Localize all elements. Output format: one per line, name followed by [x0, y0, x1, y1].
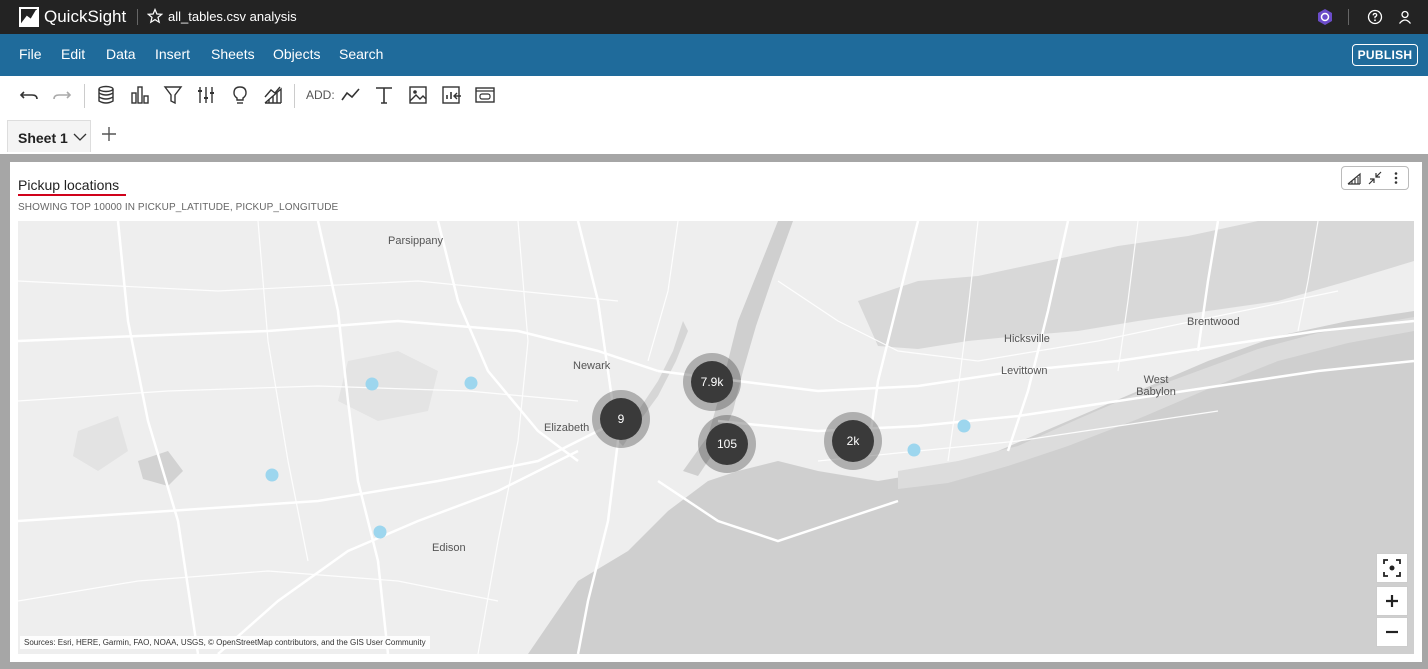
filter-icon[interactable]	[162, 84, 184, 106]
zoom-out-icon	[1386, 630, 1398, 634]
help-icon[interactable]	[1367, 9, 1383, 25]
parameters-icon[interactable]	[195, 84, 217, 106]
menu-search[interactable]: Search	[339, 46, 383, 62]
add-insight-icon[interactable]	[441, 84, 463, 106]
map-point[interactable]	[464, 376, 478, 390]
menu-edit[interactable]: Edit	[61, 46, 85, 62]
visualize-icon[interactable]	[129, 84, 151, 106]
menu-data[interactable]: Data	[106, 46, 136, 62]
recenter-button[interactable]	[1376, 553, 1408, 583]
user-icon[interactable]	[1397, 9, 1413, 25]
divider	[137, 9, 138, 25]
toolbar: ADD:	[0, 76, 1428, 115]
app-name: QuickSight	[44, 7, 127, 26]
format-visual-icon[interactable]	[1347, 171, 1361, 185]
menu-bar: File Edit Data Insert Sheets Objects Sea…	[0, 34, 1428, 76]
add-embed-icon[interactable]	[474, 84, 496, 106]
more-options-icon[interactable]	[1389, 171, 1403, 185]
cluster-count: 2k	[846, 434, 860, 448]
map-point[interactable]	[907, 443, 921, 457]
add-image-icon[interactable]	[407, 84, 429, 106]
chevron-down-icon[interactable]	[73, 131, 87, 143]
menu-insert[interactable]: Insert	[155, 46, 190, 62]
add-text-icon[interactable]	[373, 84, 395, 106]
map[interactable]: Parsippany Newark Elizabeth Edison Hicks…	[18, 221, 1414, 654]
add-label: ADD:	[306, 88, 335, 102]
cluster-count: 7.9k	[700, 375, 724, 389]
analysis-title[interactable]: all_tables.csv analysis	[168, 9, 297, 24]
add-chart-icon[interactable]	[340, 84, 362, 106]
zoom-in-icon	[1386, 595, 1398, 607]
sheet-tab-bar: Sheet 1	[0, 114, 1428, 154]
redo-icon[interactable]	[51, 84, 73, 106]
dataset-icon[interactable]	[95, 84, 117, 106]
menu-sheets[interactable]: Sheets	[211, 46, 255, 62]
cluster-count: 105	[716, 437, 738, 451]
amazon-q-icon[interactable]	[1316, 8, 1334, 26]
title-underline	[18, 194, 126, 196]
tab-sheet-1[interactable]: Sheet 1	[7, 120, 91, 152]
map-point[interactable]	[265, 468, 279, 482]
zoom-out-button[interactable]	[1376, 617, 1408, 647]
visual-title[interactable]: Pickup locations	[18, 177, 119, 193]
quicksight-logo-icon[interactable]	[19, 7, 39, 27]
map-point[interactable]	[373, 525, 387, 539]
menu-objects[interactable]: Objects	[273, 46, 320, 62]
ml-insights-icon[interactable]	[262, 84, 284, 106]
cluster-count: 9	[617, 412, 625, 426]
collapse-icon[interactable]	[1368, 171, 1382, 185]
star-icon[interactable]	[147, 8, 163, 24]
divider	[294, 84, 295, 108]
zoom-in-button[interactable]	[1376, 586, 1408, 616]
divider	[84, 84, 85, 108]
undo-icon[interactable]	[18, 84, 40, 106]
menu-file[interactable]: File	[19, 46, 42, 62]
tab-label: Sheet 1	[18, 130, 68, 146]
plus-icon[interactable]	[101, 126, 117, 142]
insights-icon[interactable]	[229, 84, 251, 106]
map-point[interactable]	[365, 377, 379, 391]
visual-menu	[1341, 166, 1409, 190]
divider	[1348, 9, 1349, 25]
visual-subtitle: SHOWING TOP 10000 IN PICKUP_LATITUDE, PI…	[18, 202, 339, 213]
recenter-icon	[1383, 559, 1401, 577]
map-attribution: Sources: Esri, HERE, Garmin, FAO, NOAA, …	[20, 636, 430, 649]
map-point[interactable]	[957, 419, 971, 433]
publish-button[interactable]: PUBLISH	[1352, 44, 1418, 66]
top-bar: QuickSight all_tables.csv analysis	[0, 0, 1428, 34]
